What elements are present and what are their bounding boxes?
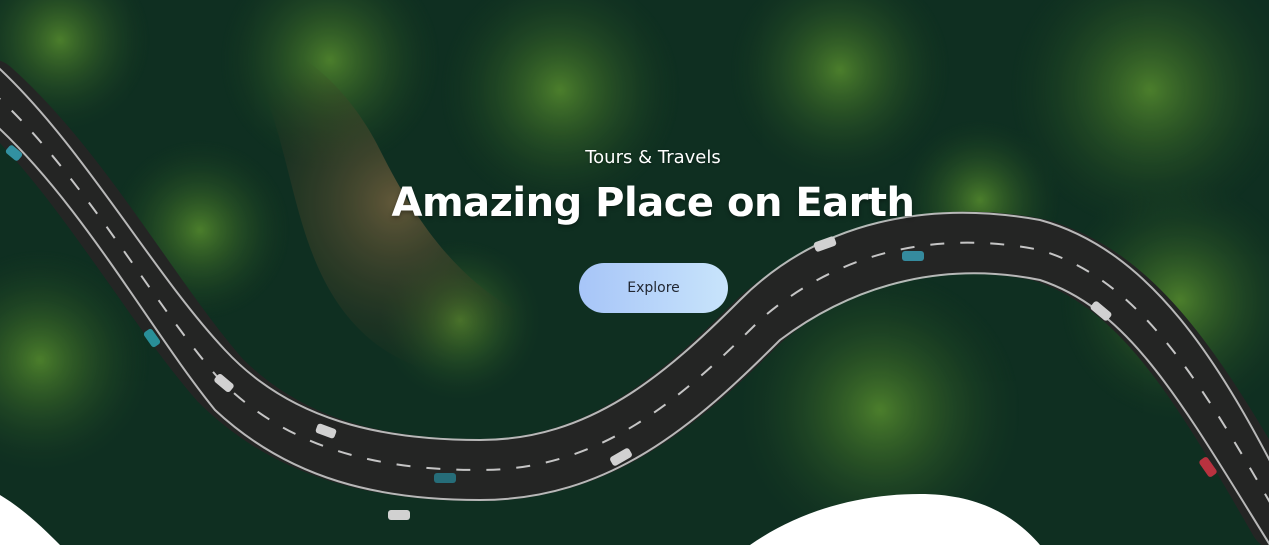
hero-section: Tours & Travels Amazing Place on Earth E… [0, 0, 1269, 545]
hero-title: Amazing Place on Earth [391, 180, 915, 226]
hero-content: Tours & Travels Amazing Place on Earth E… [0, 0, 1269, 545]
explore-button[interactable]: Explore [579, 263, 728, 313]
hero-subtitle: Tours & Travels [585, 147, 721, 168]
